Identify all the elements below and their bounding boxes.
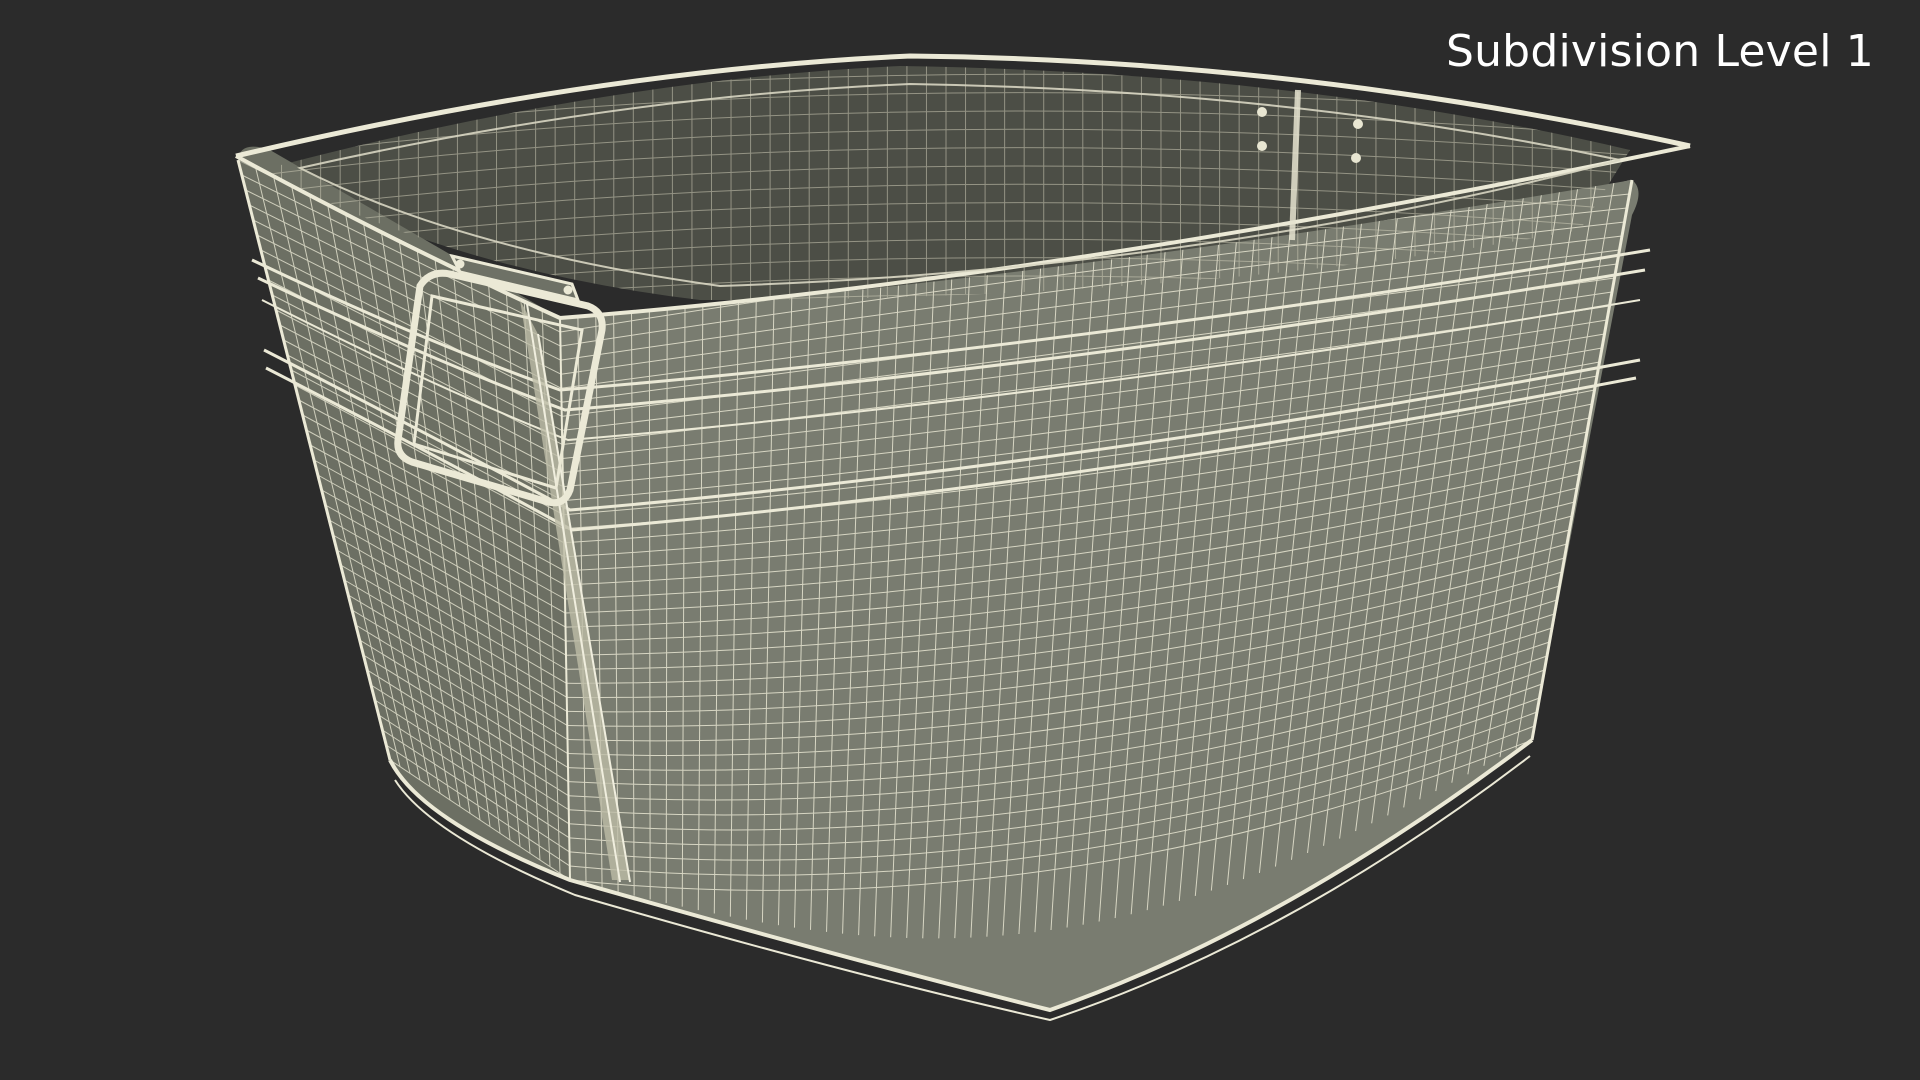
tub-body xyxy=(238,66,1639,1010)
viewport: Subdivision Level 1 xyxy=(0,0,1920,1080)
subdivision-level-label: Subdivision Level 1 xyxy=(1445,26,1874,77)
wireframe-render xyxy=(235,53,1691,1022)
